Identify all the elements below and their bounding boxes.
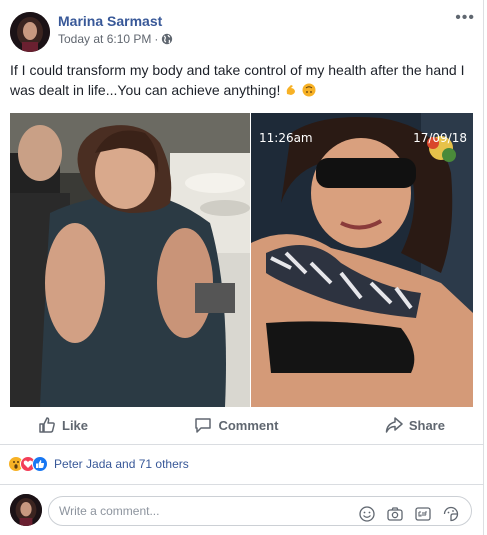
camera-icon[interactable]: [387, 506, 403, 522]
like-reaction-icon: [32, 456, 48, 472]
commenter-avatar-image: [10, 494, 42, 526]
post-meta: Today at 6:10 PM ·: [58, 32, 173, 46]
photo-time-overlay: 11:26am: [259, 131, 313, 145]
comment-icon: [195, 418, 212, 433]
divider: [0, 444, 484, 445]
author-avatar[interactable]: [10, 12, 50, 52]
author-avatar-image: [10, 12, 50, 52]
post-actions: Like Comment Share: [10, 412, 473, 438]
more-options-icon[interactable]: •••: [455, 10, 475, 26]
photo-date-overlay: 17/09/18: [413, 131, 467, 145]
comment-composer: Write a comment...: [10, 494, 475, 526]
post-header: Marina Sarmast Today at 6:10 PM · •••: [10, 10, 475, 54]
comment-button[interactable]: Comment: [194, 412, 278, 438]
reactions-summary[interactable]: Peter Jada and 71 others: [8, 454, 189, 474]
sticker-icon[interactable]: [443, 506, 459, 522]
share-label: Share: [408, 417, 445, 433]
comment-placeholder: Write a comment...: [59, 504, 160, 518]
comment-tools: [359, 506, 459, 522]
before-photo-image: [10, 113, 250, 407]
post-photos: 11:26am 17/09/18: [10, 113, 473, 407]
post-timestamp[interactable]: Today at 6:10 PM: [58, 32, 151, 46]
reaction-icons: [8, 456, 48, 472]
share-button[interactable]: Share: [385, 412, 445, 438]
globe-icon[interactable]: [161, 33, 173, 45]
divider: [0, 484, 484, 485]
share-icon: [385, 417, 403, 433]
before-photo[interactable]: [10, 113, 250, 407]
facebook-post: Marina Sarmast Today at 6:10 PM · ••• If…: [0, 0, 484, 535]
post-body: If I could transform my body and take co…: [10, 62, 465, 98]
comment-input[interactable]: Write a comment...: [48, 496, 472, 526]
commenter-avatar: [10, 494, 42, 526]
upside-down-face-emoji: [302, 83, 316, 97]
post-text: If I could transform my body and take co…: [10, 60, 472, 100]
author-name[interactable]: Marina Sarmast: [58, 13, 162, 29]
flexed-biceps-emoji: [286, 85, 296, 95]
like-label: Like: [62, 417, 89, 433]
emoji-icon[interactable]: [359, 506, 375, 522]
reactions-text[interactable]: Peter Jada and 71 others: [54, 457, 189, 471]
after-photo-image: [251, 113, 473, 407]
comment-label: Comment: [218, 417, 279, 433]
after-photo[interactable]: 11:26am 17/09/18: [251, 113, 473, 407]
like-button[interactable]: Like: [38, 412, 88, 438]
gif-icon[interactable]: [415, 506, 431, 522]
thumbs-up-icon: [39, 417, 55, 433]
